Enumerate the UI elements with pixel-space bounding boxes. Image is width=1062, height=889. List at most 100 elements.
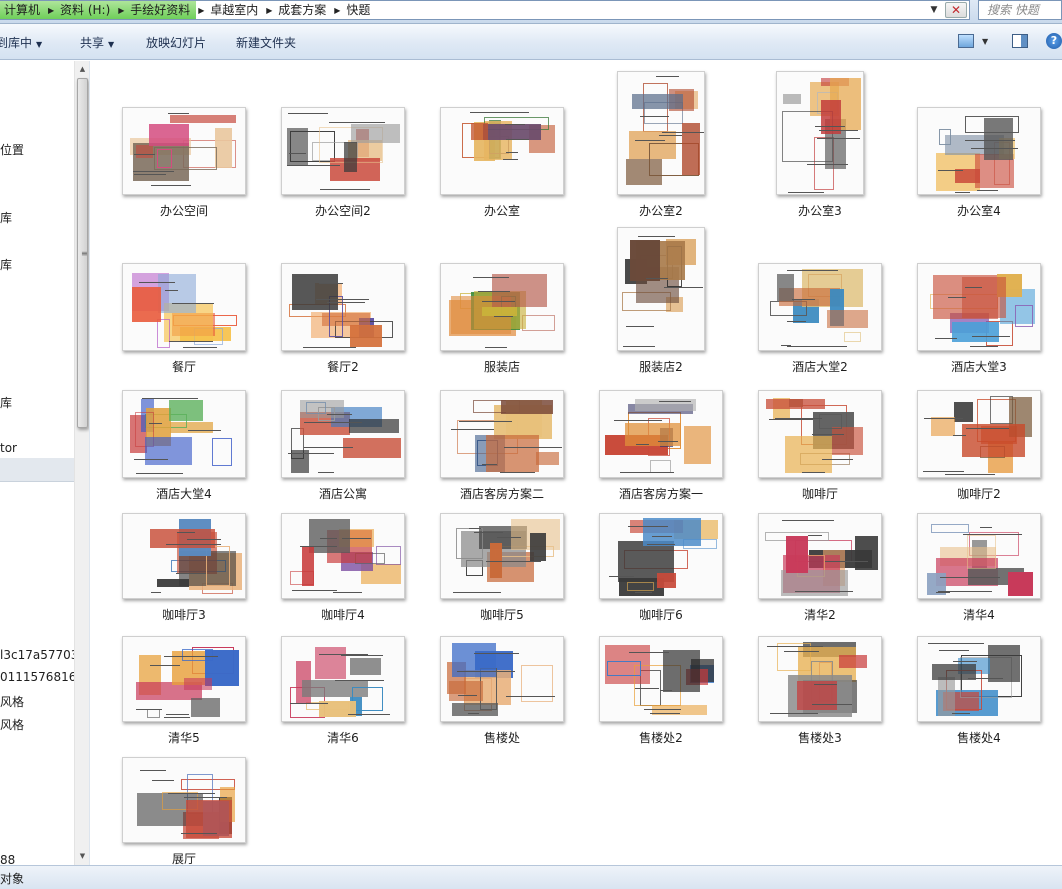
address-bar[interactable]: 计算机 ▶ 资料 (H:) ▶ 手绘好资料 ▶ 卓越室内 ▶ 成套方案 ▶ 快题 ▼ ✕	[0, 0, 970, 20]
file-thumbnail[interactable]	[440, 263, 564, 351]
file-name-label: 餐厅2	[327, 360, 359, 374]
nav-item[interactable]: l3c17a57703	[0, 648, 78, 662]
nav-item[interactable]: 位置	[0, 141, 24, 158]
thumbnail-line	[149, 665, 181, 667]
file-thumbnail[interactable]	[758, 263, 882, 351]
file-item[interactable]: 售楼处4	[900, 61, 1058, 745]
thumbnail-line	[505, 124, 525, 126]
triangle-right-icon[interactable]: ▶	[264, 1, 274, 19]
nav-item[interactable]: 风格	[0, 716, 24, 733]
file-thumbnail[interactable]	[617, 71, 705, 195]
file-thumbnail[interactable]	[440, 390, 564, 478]
thumbnail-line	[637, 236, 676, 238]
triangle-right-icon[interactable]: ▶	[116, 1, 127, 19]
thumbnail-sketch-block	[348, 418, 400, 434]
triangle-right-icon[interactable]: ▶	[196, 1, 206, 19]
thumbnail-line	[504, 446, 562, 448]
file-thumbnail[interactable]	[758, 390, 882, 478]
thumbnail-line	[628, 652, 669, 654]
triangle-right-icon[interactable]: ▶	[46, 1, 57, 19]
file-thumbnail[interactable]	[122, 107, 246, 195]
file-thumbnail[interactable]	[281, 263, 405, 351]
file-item[interactable]: 售楼处	[423, 61, 581, 745]
file-item[interactable]: 售楼处3	[741, 61, 899, 745]
breadcrumb-item[interactable]: 手绘好资料	[126, 1, 197, 19]
nav-item[interactable]: 88	[0, 853, 15, 865]
file-thumbnail[interactable]	[599, 636, 723, 722]
breadcrumb-item[interactable]: 成套方案	[274, 1, 332, 19]
slideshow-button[interactable]: 放映幻灯片	[146, 34, 206, 52]
file-thumbnail[interactable]	[917, 263, 1041, 351]
thumbnail-line	[768, 418, 813, 420]
search-input[interactable]: 搜索 快题	[978, 0, 1062, 20]
file-item[interactable]: 清华6	[264, 61, 422, 745]
close-icon[interactable]: ✕	[945, 2, 967, 18]
file-thumbnail[interactable]	[122, 757, 246, 843]
thumbnail-sketch-block	[827, 309, 869, 328]
breadcrumb-item[interactable]: 资料 (H:)	[56, 1, 117, 19]
nav-item[interactable]: 01115768167	[0, 670, 84, 684]
file-thumbnail[interactable]	[917, 636, 1041, 722]
share-button[interactable]: 共享 ▼	[80, 34, 114, 52]
thumbnail-line	[292, 275, 306, 277]
file-thumbnail[interactable]	[440, 513, 564, 599]
file-thumbnail[interactable]	[758, 636, 882, 722]
chevron-down-icon[interactable]: ▼	[927, 1, 941, 19]
file-thumbnail[interactable]	[917, 390, 1041, 478]
breadcrumb-item[interactable]: 计算机	[0, 1, 47, 19]
nav-item[interactable]: 库	[0, 209, 12, 226]
file-thumbnail[interactable]	[440, 107, 564, 195]
file-thumbnail[interactable]	[776, 71, 864, 195]
scroll-up-arrow-icon[interactable]: ▲	[75, 62, 89, 76]
file-thumbnail[interactable]	[281, 513, 405, 599]
breadcrumb-item[interactable]: 卓越室内	[206, 1, 264, 19]
scrollbar-thumb[interactable]: ≡	[77, 78, 88, 428]
thumbnail-sketch-block	[153, 147, 218, 171]
file-name-label: 咖啡厅2	[957, 487, 1001, 501]
thumbnail-line	[814, 684, 838, 686]
nav-item[interactable]: tor	[0, 441, 17, 455]
chevron-down-icon[interactable]: ▼	[982, 37, 988, 46]
change-view-icon[interactable]	[958, 34, 974, 48]
file-thumbnail[interactable]	[917, 107, 1041, 195]
thumbnail-line	[184, 796, 228, 798]
thumbnail-line	[168, 793, 215, 795]
file-thumbnail[interactable]	[440, 636, 564, 722]
preview-pane-icon[interactable]	[1012, 34, 1028, 48]
thumbnail-line	[968, 678, 1004, 680]
nav-scrollbar[interactable]: ▲ ≡ ▼	[74, 61, 89, 865]
chevron-down-icon: ▼	[36, 40, 43, 49]
scroll-down-arrow-icon[interactable]: ▼	[75, 849, 89, 863]
file-thumbnail[interactable]	[599, 513, 723, 599]
new-folder-button[interactable]: 新建文件夹	[236, 34, 296, 52]
help-icon[interactable]: ?	[1046, 33, 1062, 49]
thumbnail-sketch-block	[683, 425, 711, 464]
thumbnail-sketch-block	[937, 677, 955, 717]
thumbnail-line	[966, 428, 1010, 430]
file-thumbnail[interactable]	[281, 636, 405, 722]
triangle-right-icon[interactable]: ▶	[332, 1, 342, 19]
breadcrumb-item[interactable]: 快题	[342, 1, 376, 19]
thumbnail-line	[342, 538, 372, 539]
file-thumbnail[interactable]	[281, 390, 405, 478]
file-thumbnail[interactable]	[122, 263, 246, 351]
file-thumbnail[interactable]	[617, 227, 705, 351]
thumbnail-sketch-block	[183, 678, 212, 690]
file-name-label: 酒店客房方案二	[459, 487, 544, 501]
file-thumbnail[interactable]	[122, 390, 246, 478]
thumbnail-line	[940, 577, 1000, 579]
file-thumbnail[interactable]	[281, 107, 405, 195]
file-item[interactable]: 售楼处2	[582, 61, 740, 745]
file-thumbnail[interactable]	[122, 636, 246, 722]
file-thumbnail[interactable]	[758, 513, 882, 599]
nav-item[interactable]: 库	[0, 256, 12, 273]
nav-item[interactable]: 库	[0, 394, 12, 411]
file-thumbnail[interactable]	[917, 513, 1041, 599]
include-in-library-button[interactable]: 到库中 ▼	[0, 34, 42, 52]
nav-item[interactable]: 风格	[0, 693, 24, 710]
file-item[interactable]: 展厅	[105, 61, 263, 865]
thumbnail-sketch-block	[931, 416, 955, 436]
file-thumbnail[interactable]	[122, 513, 246, 599]
file-thumbnail[interactable]	[599, 390, 723, 478]
status-bar: 对象	[0, 865, 1062, 889]
